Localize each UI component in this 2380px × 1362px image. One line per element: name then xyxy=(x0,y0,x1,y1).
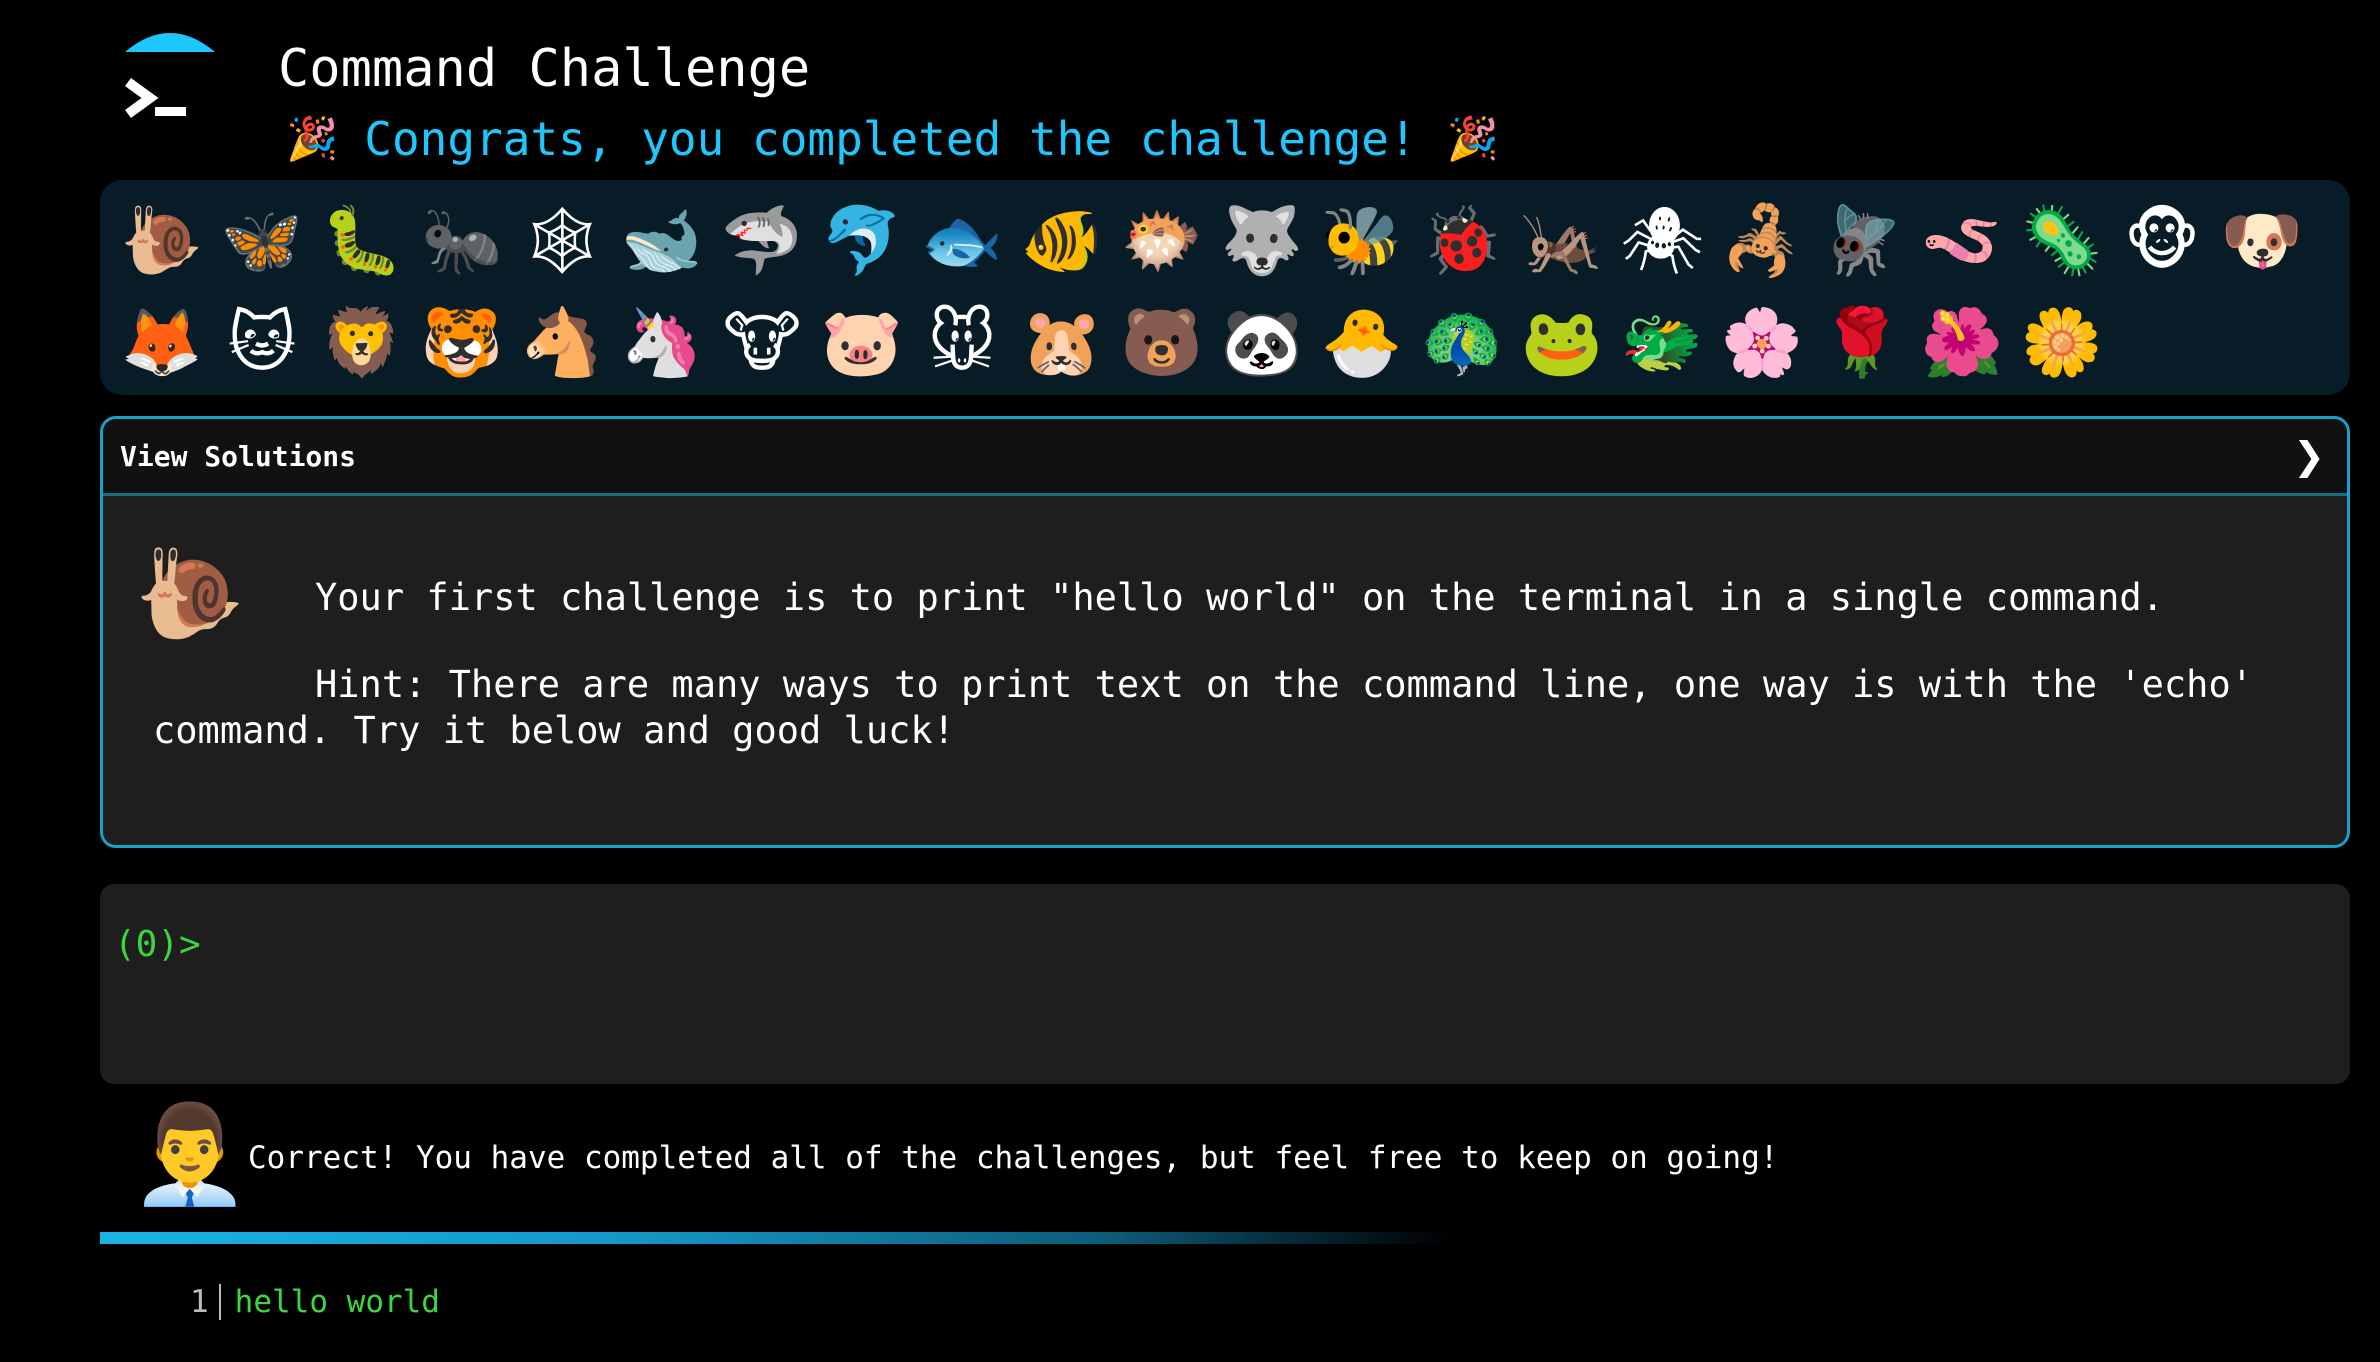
badge-row: 🐌 🦋 🐛 🐜 🕸 🐋 🦈 🐬 🐟 🐠 🐡 🐺 🐝 🐞 🦗 🕷 🦂 🪰 🪱 🦠 🐵 🐶 xyxy=(112,190,2340,292)
party-popper-icon: 🎉 xyxy=(1446,114,1499,163)
badge-icon[interactable]: 🐵 xyxy=(2112,191,2212,291)
badge-icon[interactable]: 🌼 xyxy=(2012,293,2112,393)
badge-row: 🦊 🐱 🦁 🐯 🐴 🦄 🐮 🐷 🐭 🐹 🐻 🐼 🐣 🦚 🐸 🐲 🌸 🌹 🌺 🌼 xyxy=(112,292,2340,394)
congrats-text: Congrats, you completed the challenge! xyxy=(364,112,1417,166)
chevron-right-icon[interactable]: ❯ xyxy=(2293,434,2325,478)
terminal-input[interactable]: (0)> xyxy=(100,884,2350,1084)
badge-icon[interactable]: 🕷 xyxy=(1612,191,1712,291)
badge-icon[interactable]: 🐬 xyxy=(812,191,912,291)
badge-icon[interactable]: 🐴 xyxy=(512,293,612,393)
badge-icon[interactable]: 🐟 xyxy=(912,191,1012,291)
party-popper-icon: 🎉 xyxy=(286,114,339,163)
badge-icon[interactable]: 🦂 xyxy=(1712,191,1812,291)
badge-icon[interactable]: 🐌 xyxy=(112,191,212,291)
line-number: 1 xyxy=(190,1284,221,1320)
view-solutions-label: View Solutions xyxy=(120,439,357,473)
badge-icon[interactable]: 🐼 xyxy=(1212,293,1312,393)
badge-icon[interactable]: 🌹 xyxy=(1812,293,1912,393)
solutions-panel: View Solutions ❯ 🐌 Your first challenge … xyxy=(100,416,2350,848)
badge-icon[interactable]: 🦄 xyxy=(612,293,712,393)
badge-icon[interactable]: 🦁 xyxy=(312,293,412,393)
badge-icon[interactable]: 🐠 xyxy=(1012,191,1112,291)
terminal-logo-icon xyxy=(115,26,225,136)
challenge-badges: 🐌 🦋 🐛 🐜 🕸 🐋 🦈 🐬 🐟 🐠 🐡 🐺 🐝 🐞 🦗 🕷 🦂 🪰 🪱 🦠 🐵 🐶 🦊 🐱 🦁 🐯 🐴 🦄 🐮 🐷 🐭 🐹 🐻 🐼 🐣 🦚 🐸 🐲 🌸… xyxy=(100,180,2350,395)
progress-bar xyxy=(100,1232,1450,1244)
badge-icon[interactable]: 🐣 xyxy=(1312,293,1412,393)
badge-icon[interactable]: 🐯 xyxy=(412,293,512,393)
badge-icon[interactable]: 🐺 xyxy=(1212,191,1312,291)
badge-icon[interactable]: 🦠 xyxy=(2012,191,2112,291)
output-line: 1 hello world xyxy=(190,1282,440,1322)
badge-icon[interactable]: 🐡 xyxy=(1112,191,1212,291)
badge-icon[interactable]: 🐮 xyxy=(712,293,812,393)
page-title: Command Challenge xyxy=(278,39,811,99)
hint-text: Hint: There are many ways to print text … xyxy=(153,663,2254,752)
badge-icon[interactable]: 🦈 xyxy=(712,191,812,291)
badge-icon[interactable]: 🐛 xyxy=(312,191,412,291)
congrats-banner: 🎉 Congrats, you completed the challenge!… xyxy=(282,104,1503,174)
badge-icon[interactable]: 🌸 xyxy=(1712,293,1812,393)
badge-icon[interactable]: 🐷 xyxy=(812,293,912,393)
badge-icon[interactable]: 🐲 xyxy=(1612,293,1712,393)
snail-icon: 🐌 xyxy=(135,542,245,645)
view-solutions-toggle[interactable]: View Solutions ❯ xyxy=(103,419,2347,496)
badge-icon[interactable]: 🐜 xyxy=(412,191,512,291)
badge-icon[interactable]: 🐻 xyxy=(1112,293,1212,393)
badge-icon[interactable]: 🪰 xyxy=(1812,191,1912,291)
badge-icon[interactable]: 🦋 xyxy=(212,191,312,291)
badge-icon[interactable]: 🦗 xyxy=(1512,191,1612,291)
badge-icon[interactable]: 🐞 xyxy=(1412,191,1512,291)
result-message: Correct! You have completed all of the c… xyxy=(248,1140,1779,1176)
badge-icon[interactable]: 🐭 xyxy=(912,293,1012,393)
badge-icon[interactable]: 🐋 xyxy=(612,191,712,291)
challenge-text: Your first challenge is to print "hello … xyxy=(315,576,2164,619)
badge-icon[interactable]: 🐹 xyxy=(1012,293,1112,393)
badge-icon[interactable]: 🦊 xyxy=(112,293,212,393)
output-text: hello world xyxy=(234,1284,440,1320)
terminal-prompt: (0)> xyxy=(114,924,201,965)
badge-icon[interactable]: 🪱 xyxy=(1912,191,2012,291)
badge-icon[interactable]: 🕸 xyxy=(512,191,612,291)
avatar: 👨‍💼 xyxy=(130,1098,250,1210)
badge-icon[interactable]: 🐸 xyxy=(1512,293,1612,393)
badge-icon[interactable]: 🦚 xyxy=(1412,293,1512,393)
badge-icon[interactable]: 🌺 xyxy=(1912,293,2012,393)
badge-icon[interactable]: 🐝 xyxy=(1312,191,1412,291)
badge-icon[interactable]: 🐱 xyxy=(212,293,312,393)
challenge-description: 🐌 Your first challenge is to print "hell… xyxy=(103,496,2347,845)
badge-icon[interactable]: 🐶 xyxy=(2212,191,2312,291)
